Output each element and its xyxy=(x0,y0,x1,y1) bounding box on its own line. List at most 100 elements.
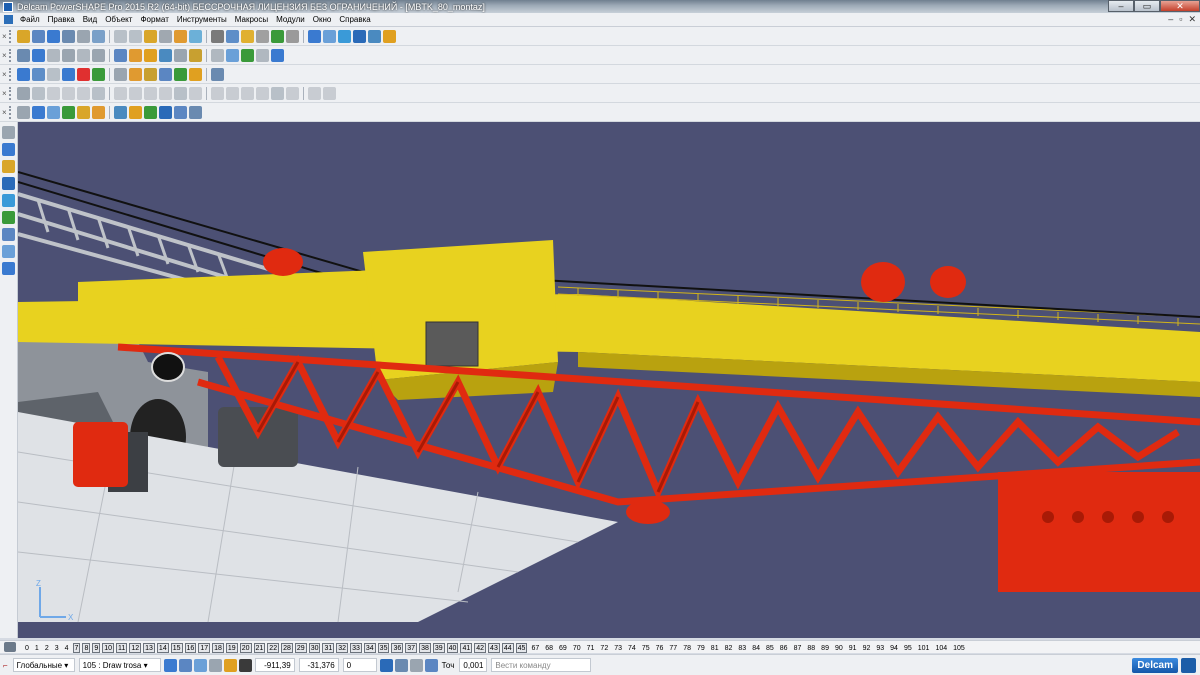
toolbar-grip[interactable] xyxy=(8,86,13,100)
maximize-button[interactable]: ▭ xyxy=(1134,0,1160,12)
settings-icon[interactable] xyxy=(223,658,237,672)
level-toggle[interactable]: 4 xyxy=(62,644,72,654)
level-toggle[interactable]: 87 xyxy=(791,644,805,654)
toolbar-grip[interactable] xyxy=(8,67,13,81)
mdi-close-button[interactable]: ✕ xyxy=(1188,14,1196,25)
toolbar-tool-icon[interactable] xyxy=(16,86,30,100)
toolbar-tool-icon[interactable] xyxy=(173,67,187,81)
toolbar-tool-icon[interactable] xyxy=(322,29,336,43)
measure-icon[interactable] xyxy=(394,658,408,672)
level-toggle[interactable]: 0 xyxy=(22,644,32,654)
menu-file[interactable]: Файл xyxy=(16,15,44,24)
level-toggle[interactable]: 79 xyxy=(694,644,708,654)
toolbar-tool-icon[interactable] xyxy=(143,67,157,81)
level-toggle[interactable]: 92 xyxy=(860,644,874,654)
layer3-icon[interactable] xyxy=(193,658,207,672)
workplane-select[interactable]: Глобальные ▾ xyxy=(12,658,75,672)
toolbar-tool-icon[interactable] xyxy=(113,86,127,100)
toolbar-tool-icon[interactable] xyxy=(46,67,60,81)
toolbar-tool-icon[interactable] xyxy=(188,67,202,81)
menu-help[interactable]: Справка xyxy=(335,15,374,24)
toolbar-tool-icon[interactable] xyxy=(188,86,202,100)
level-toggle[interactable]: 40 xyxy=(446,643,459,653)
toolbar-close-icon[interactable]: × xyxy=(2,32,7,41)
toolbar-tool-icon[interactable] xyxy=(210,48,224,62)
calculator-icon[interactable] xyxy=(379,658,393,672)
minimize-button[interactable]: – xyxy=(1108,0,1134,12)
level-toggle[interactable]: 18 xyxy=(212,643,224,653)
level-toggle[interactable]: 75 xyxy=(639,644,653,654)
toolbar-tool-icon[interactable] xyxy=(31,67,45,81)
toolbar-tool-icon[interactable] xyxy=(76,67,90,81)
options-icon[interactable] xyxy=(424,658,438,672)
menu-format[interactable]: Формат xyxy=(136,15,172,24)
level-toggle[interactable]: 73 xyxy=(611,644,625,654)
level-toggle[interactable]: 37 xyxy=(405,643,418,653)
command-input[interactable]: Вести команду xyxy=(491,658,592,672)
toolbar-tool-icon[interactable] xyxy=(128,86,142,100)
level-toggle[interactable]: 105 xyxy=(950,644,968,654)
toolbar-tool-icon[interactable] xyxy=(210,86,224,100)
level-toggle[interactable]: 31 xyxy=(322,643,335,653)
level-toggle[interactable]: 29 xyxy=(294,643,307,653)
toolbar-tool-icon[interactable] xyxy=(31,48,45,62)
level-toggle[interactable]: 38 xyxy=(419,643,431,653)
toolbar-tool-icon[interactable] xyxy=(255,86,269,100)
level-toggle[interactable]: 17 xyxy=(198,643,211,653)
toolbar-tool-icon[interactable] xyxy=(270,29,284,43)
snap-icon[interactable] xyxy=(208,658,222,672)
left-tool-icon[interactable] xyxy=(2,228,15,241)
toolbar-tool-icon[interactable] xyxy=(225,29,239,43)
left-tool-icon[interactable] xyxy=(2,262,15,275)
level-toggle[interactable]: 32 xyxy=(336,643,349,653)
toolbar-tool-icon[interactable] xyxy=(285,29,299,43)
toolbar-tool-icon[interactable] xyxy=(158,48,172,62)
toolbar-grip[interactable] xyxy=(8,105,13,119)
toolbar-tool-icon[interactable] xyxy=(128,48,142,62)
level-toggle[interactable]: 2 xyxy=(42,644,52,654)
toolbar-tool-icon[interactable] xyxy=(31,29,45,43)
toolbar-tool-icon[interactable] xyxy=(225,48,239,62)
toolbar-tool-icon[interactable] xyxy=(240,86,254,100)
level-toggle[interactable]: 14 xyxy=(156,643,169,653)
toolbar-tool-icon[interactable] xyxy=(76,29,90,43)
level-toggle[interactable]: 16 xyxy=(184,643,197,653)
tolerance-field[interactable]: 0,001 xyxy=(459,658,488,672)
level-toggle[interactable]: 41 xyxy=(460,643,473,653)
level-toggle[interactable]: 94 xyxy=(887,644,901,654)
level-toggle[interactable]: 81 xyxy=(708,644,722,654)
left-tool-icon[interactable] xyxy=(2,211,15,224)
toolbar-tool-icon[interactable] xyxy=(31,86,45,100)
toolbar-tool-icon[interactable] xyxy=(46,29,60,43)
toolbar-tool-icon[interactable] xyxy=(382,29,396,43)
level-toggle[interactable]: 76 xyxy=(653,644,667,654)
level-toggle[interactable]: 70 xyxy=(570,644,584,654)
level-toggle[interactable]: 36 xyxy=(391,643,404,653)
toolbar-close-icon[interactable]: × xyxy=(2,89,7,98)
left-tool-icon[interactable] xyxy=(2,177,15,190)
toolbar-tool-icon[interactable] xyxy=(76,86,90,100)
toolbar-close-icon[interactable]: × xyxy=(2,108,7,117)
level-toggle[interactable]: 1 xyxy=(32,644,42,654)
toolbar-tool-icon[interactable] xyxy=(240,48,254,62)
level-toggle[interactable]: 69 xyxy=(556,644,570,654)
toolbar-tool-icon[interactable] xyxy=(61,86,75,100)
toolbar-tool-icon[interactable] xyxy=(16,29,30,43)
level-toggle[interactable]: 35 xyxy=(377,643,390,653)
toolbar-tool-icon[interactable] xyxy=(91,48,105,62)
menu-modules[interactable]: Модули xyxy=(272,15,309,24)
level-toggle[interactable]: 84 xyxy=(749,644,763,654)
levels-icon[interactable] xyxy=(4,642,16,652)
toolbar-tool-icon[interactable] xyxy=(113,105,127,119)
toolbar-tool-icon[interactable] xyxy=(76,105,90,119)
level-toggle[interactable]: 91 xyxy=(846,644,860,654)
toolbar-tool-icon[interactable] xyxy=(158,67,172,81)
toolbar-tool-icon[interactable] xyxy=(337,29,351,43)
toolbar-tool-icon[interactable] xyxy=(113,48,127,62)
toolbar-tool-icon[interactable] xyxy=(188,29,202,43)
level-toggle[interactable]: 44 xyxy=(501,643,514,653)
layer2-icon[interactable] xyxy=(178,658,192,672)
menu-view[interactable]: Вид xyxy=(79,15,101,24)
level-toggle[interactable]: 28 xyxy=(281,643,293,653)
toolbar-tool-icon[interactable] xyxy=(240,29,254,43)
